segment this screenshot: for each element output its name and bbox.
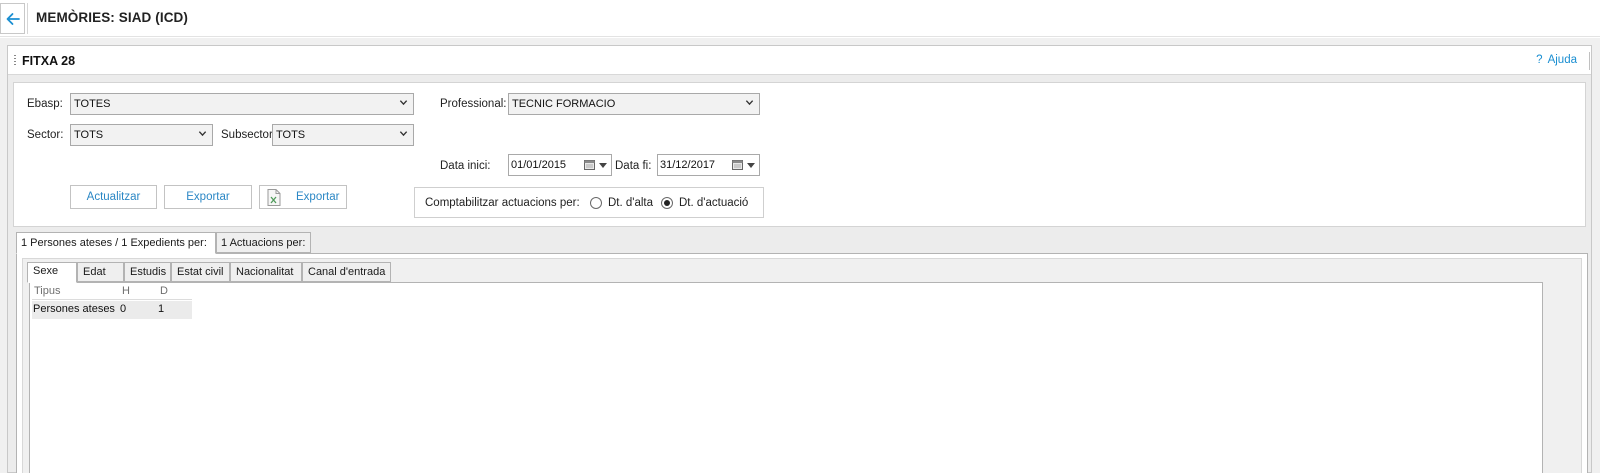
dropdown-arrow-icon[interactable] [747, 163, 755, 168]
header-edge [1589, 52, 1590, 70]
sector-select[interactable]: TOTS [70, 124, 213, 146]
help-icon: ? [1536, 54, 1543, 66]
tab-actuacions[interactable]: 1 Actuacions per: [216, 232, 311, 253]
top-bar: MEMÒRIES: SIAD (ICD) [0, 0, 1600, 37]
tab-edat[interactable]: Edat [77, 262, 124, 282]
data-fi-value: 31/12/2017 [660, 159, 716, 171]
outer-tab-content: Sexe Edat Estudis Estat civil Nacionalit… [16, 253, 1588, 473]
page-title: MEMÒRIES: SIAD (ICD) [36, 10, 188, 25]
chevron-down-icon [399, 131, 408, 137]
subsector-label: Subsector [221, 129, 273, 141]
data-inici-label: Data inici: [440, 160, 491, 172]
radio-dt-actuacio[interactable] [661, 197, 673, 209]
update-button[interactable]: Actualitzar [70, 185, 157, 209]
professional-value: TECNIC FORMACIO [512, 98, 616, 110]
sector-value: TOTS [74, 129, 104, 141]
chevron-down-icon [745, 100, 754, 106]
radio-dt-actuacio-label[interactable]: Dt. d'actuació [679, 197, 748, 209]
data-inici-field[interactable]: 01/01/2015 [508, 154, 612, 176]
header-divider [32, 299, 192, 300]
cell-tipus: Persones ateses [33, 303, 115, 315]
tab-sexe[interactable]: Sexe [27, 262, 77, 283]
sector-label: Sector: [27, 129, 64, 141]
radio-dt-alta-label[interactable]: Dt. d'alta [608, 197, 653, 209]
export-button[interactable]: Exportar [164, 185, 252, 209]
count-by-label: Comptabilitzar actuacions per: [425, 197, 580, 209]
help-label: Ajuda [1547, 54, 1577, 66]
tab-persones-ateses[interactable]: 1 Persones ateses / 1 Expedients per: [16, 232, 216, 254]
column-header-d: D [160, 285, 168, 297]
fitxa-panel: FITXA 28 ? Ajuda Ebasp: TOTES Sector: TOT… [7, 45, 1592, 473]
calendar-icon[interactable] [732, 159, 743, 170]
inner-tab-panel: Sexe Edat Estudis Estat civil Nacionalit… [22, 258, 1582, 473]
chevron-down-icon [399, 100, 408, 106]
radio-dt-alta[interactable] [590, 197, 602, 209]
export-excel-button[interactable]: Exportar [259, 185, 347, 209]
back-button[interactable] [0, 3, 25, 34]
calendar-icon[interactable] [584, 159, 595, 170]
tab-nacionalitat[interactable]: Nacionalitat [230, 262, 302, 282]
data-inici-value: 01/01/2015 [511, 159, 567, 171]
tab-estudis[interactable]: Estudis [124, 262, 171, 282]
data-fi-field[interactable]: 31/12/2017 [657, 154, 760, 176]
chevron-down-icon [198, 131, 207, 137]
panel-header: FITXA 28 ? Ajuda [8, 46, 1591, 75]
drag-grip-icon[interactable] [14, 55, 16, 66]
subsector-value: TOTS [276, 129, 306, 141]
professional-select[interactable]: TECNIC FORMACIO [508, 93, 760, 115]
arrow-left-icon [6, 12, 20, 25]
column-header-tipus: Tipus [34, 285, 61, 297]
help-link[interactable]: ? Ajuda [1536, 54, 1577, 66]
count-by-box: Comptabilitzar actuacions per: Dt. d'alt… [414, 187, 764, 218]
filter-box: Ebasp: TOTES Sector: TOTS Subsector TOTS… [13, 82, 1586, 227]
dropdown-arrow-icon[interactable] [599, 163, 607, 168]
tab-canal-entrada[interactable]: Canal d'entrada [302, 262, 391, 282]
ebasp-select[interactable]: TOTES [70, 93, 414, 115]
data-fi-label: Data fi: [615, 160, 652, 172]
table-row[interactable]: Persones ateses 0 1 [32, 301, 192, 319]
export-excel-label: Exportar [296, 191, 340, 203]
panel-title: FITXA 28 [22, 54, 76, 68]
subsector-select[interactable]: TOTS [272, 124, 414, 146]
ebasp-value: TOTES [74, 98, 111, 110]
professional-label: Professional: [440, 98, 507, 110]
column-header-h: H [122, 285, 130, 297]
sexe-grid-area: Tipus H D Persones ateses 0 1 [29, 282, 1543, 473]
tab-estat-civil[interactable]: Estat civil [171, 262, 230, 282]
divider [27, 3, 28, 34]
cell-h: 0 [120, 303, 127, 315]
cell-d: 1 [158, 303, 165, 315]
excel-file-icon [267, 189, 281, 206]
ebasp-label: Ebasp: [27, 98, 63, 110]
